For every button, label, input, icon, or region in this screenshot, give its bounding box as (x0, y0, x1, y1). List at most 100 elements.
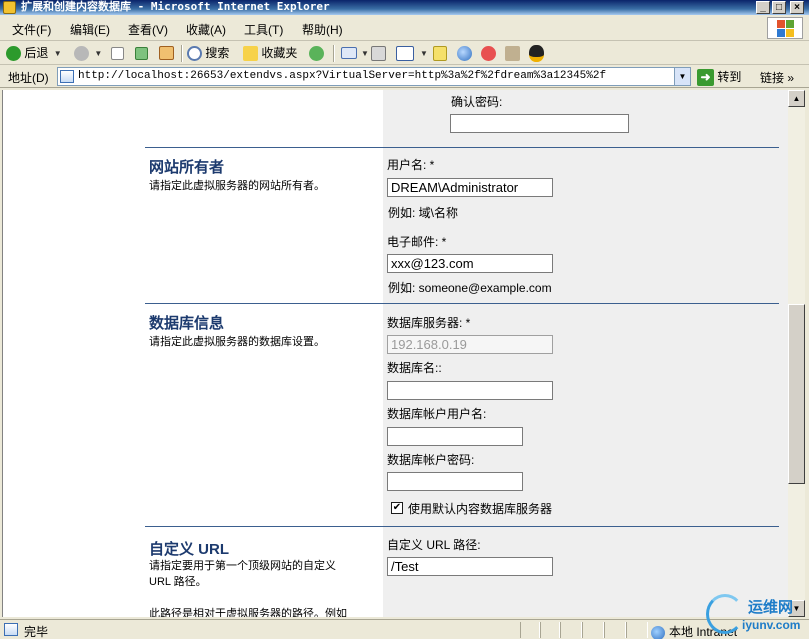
word-edit-icon[interactable] (396, 46, 414, 61)
chevron-down-icon[interactable]: ▼ (94, 44, 102, 63)
owner-section-desc: 请指定此虚拟服务器的网站所有者。 (149, 180, 325, 192)
standard-toolbar: 后退 ▼ ▼ 搜索 收藏夹 ▼ ▼ (0, 42, 809, 65)
db-account-input[interactable] (387, 427, 523, 446)
status-cell (560, 622, 582, 638)
page-viewport: 确认密码: 网站所有者 请指定此虚拟服务器的网站所有者。 用户名: * DREA… (2, 90, 788, 617)
menu-favorites[interactable]: 收藏(A) (186, 21, 226, 38)
messenger-icon[interactable] (457, 46, 472, 61)
username-input[interactable]: DREAM\Administrator (387, 178, 553, 197)
print-icon[interactable] (371, 46, 386, 61)
section-divider (145, 147, 779, 148)
go-button[interactable]: ➜ 转到 (697, 68, 742, 87)
status-cell (540, 622, 560, 638)
email-input[interactable]: xxx@123.com (387, 254, 553, 273)
go-label: 转到 (717, 70, 742, 84)
address-label: 地址(D) (8, 71, 49, 85)
ie-window: { "window": { "title": "扩展和创建内容数据库 - Mic… (0, 0, 809, 639)
qq-penguin-icon[interactable] (529, 45, 544, 62)
favorites-label: 收藏夹 (261, 46, 298, 60)
db-name-label: 数据库名:: (387, 361, 442, 375)
toolbar-separator (333, 45, 335, 62)
page-icon (60, 70, 74, 83)
db-server-input[interactable]: 192.168.0.19 (387, 335, 553, 354)
menu-file[interactable]: 文件(F) (12, 21, 51, 38)
use-default-db-label: 使用默认内容数据库服务器 (408, 502, 553, 516)
scroll-thumb[interactable] (788, 304, 805, 484)
use-default-db-checkbox[interactable]: ✔ (391, 502, 403, 514)
chevron-down-icon[interactable]: ▼ (420, 49, 428, 58)
section-divider (145, 303, 779, 304)
window-title: 扩展和创建内容数据库 - Microsoft Internet Explorer (21, 0, 330, 13)
status-cell (626, 622, 648, 638)
db-name-input[interactable] (387, 381, 553, 400)
status-cell (582, 622, 604, 638)
status-cell (604, 622, 626, 638)
back-button[interactable]: 后退 ▼ (6, 44, 62, 63)
toolbar-separator (181, 45, 183, 62)
title-bar: 扩展和创建内容数据库 - Microsoft Internet Explorer… (0, 0, 809, 15)
star-icon (243, 46, 258, 62)
confirm-password-input[interactable] (450, 114, 629, 133)
search-icon (187, 46, 202, 62)
url-section-desc-more: 此路径是相对于虚拟服务器的路径。例如 (149, 608, 347, 617)
go-arrow-icon: ➜ (697, 69, 714, 87)
windows-logo-icon (767, 17, 803, 39)
maximize-button[interactable]: □ (772, 1, 786, 14)
ie-app-icon (3, 1, 16, 14)
links-button[interactable]: 链接 » (760, 69, 794, 86)
home-icon[interactable] (159, 46, 174, 60)
status-text: 完毕 (24, 625, 49, 639)
favorites-button[interactable]: 收藏夹 (243, 44, 297, 63)
close-button[interactable]: × (790, 1, 804, 14)
search-button[interactable]: 搜索 (187, 44, 229, 63)
url-path-label: 自定义 URL 路径: (387, 538, 481, 552)
chevron-right-double-icon: » (787, 71, 795, 85)
mail-icon[interactable] (341, 47, 357, 59)
address-url[interactable]: http://localhost:26653/extendvs.aspx?Vir… (78, 70, 606, 82)
owner-section-title: 网站所有者 (149, 159, 225, 176)
menu-tools[interactable]: 工具(T) (244, 21, 283, 38)
email-hint: 例如: someone@example.com (388, 281, 552, 295)
page-done-icon (4, 623, 18, 636)
refresh-icon[interactable] (135, 47, 148, 60)
menu-help[interactable]: 帮助(H) (302, 21, 343, 38)
tools-icon[interactable] (505, 46, 520, 61)
url-path-input[interactable]: /Test (387, 557, 553, 576)
left-nav-pane (3, 90, 133, 617)
links-label: 链接 (760, 71, 785, 85)
section-divider (145, 526, 779, 527)
menu-view[interactable]: 查看(V) (128, 21, 168, 38)
watermark-logo-icon (706, 594, 744, 634)
address-bar: 地址(D) http://localhost:26653/extendvs.as… (0, 66, 809, 88)
forward-button[interactable]: ▼ (74, 44, 102, 63)
search-label: 搜索 (205, 46, 230, 60)
back-arrow-icon (6, 46, 21, 62)
db-account-label: 数据库帐户用户名: (387, 407, 487, 421)
chevron-down-icon[interactable]: ▼ (361, 49, 369, 58)
back-label: 后退 (24, 46, 49, 60)
db-password-label: 数据库帐户密码: (387, 453, 475, 467)
discuss-icon[interactable] (433, 46, 447, 61)
address-input[interactable]: http://localhost:26653/extendvs.aspx?Vir… (57, 67, 691, 86)
status-cell (520, 622, 540, 638)
db-password-input[interactable] (387, 472, 523, 491)
watermark-title: 运维网 (748, 599, 794, 616)
url-section-title: 自定义 URL (149, 541, 229, 558)
scroll-up-icon[interactable]: ▲ (788, 90, 805, 107)
research-icon[interactable] (481, 46, 496, 61)
status-bar: 完毕 本地 Intranet (0, 619, 809, 639)
db-server-label: 数据库服务器: * (387, 316, 471, 330)
minimize-button[interactable]: _ (756, 1, 770, 14)
forward-arrow-icon (74, 46, 89, 62)
vertical-scrollbar[interactable]: ▲ ▼ (788, 90, 805, 617)
site-watermark: 运维网 iyunv.com (704, 590, 809, 639)
menu-edit[interactable]: 编辑(E) (70, 21, 110, 38)
database-section-title: 数据库信息 (149, 315, 225, 332)
stop-icon[interactable] (111, 47, 124, 60)
media-icon[interactable] (309, 46, 324, 61)
email-label: 电子邮件: * (387, 235, 447, 249)
username-label: 用户名: * (387, 158, 435, 172)
chevron-down-icon[interactable]: ▼ (54, 44, 62, 63)
username-hint: 例如: 域\名称 (388, 206, 459, 220)
chevron-down-icon[interactable]: ▼ (674, 68, 690, 85)
